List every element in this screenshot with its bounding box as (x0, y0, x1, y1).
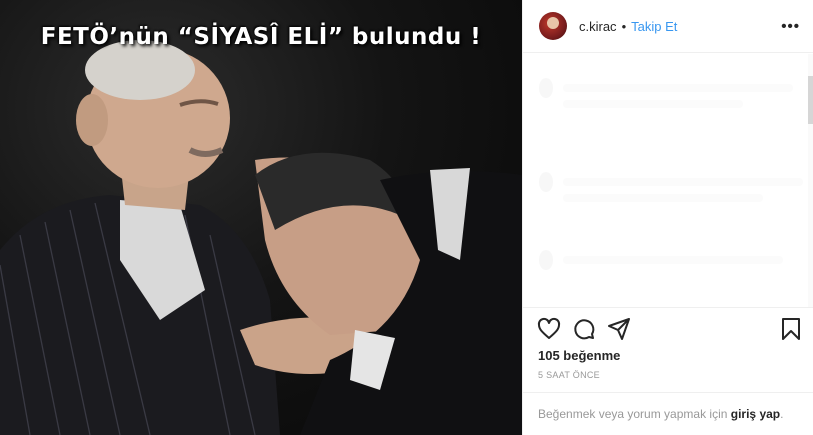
instagram-post: FETÖ’nün “SİYASÎ ELİ” bulundu ! c.kirac … (0, 0, 813, 435)
loading-placeholder (563, 194, 763, 202)
loading-placeholder (539, 250, 553, 270)
username-link[interactable]: c.kirac (579, 19, 617, 34)
more-options-icon[interactable]: ••• (781, 18, 800, 35)
post-timestamp[interactable]: 5 SAAT ÖNCE (538, 370, 600, 380)
post-image[interactable]: FETÖ’nün “SİYASÎ ELİ” bulundu ! (0, 0, 522, 435)
loading-placeholder (539, 78, 553, 98)
like-count[interactable]: 105 beğenme (538, 348, 620, 363)
comment-icon[interactable] (572, 317, 596, 341)
heart-icon[interactable] (537, 317, 561, 341)
image-caption: FETÖ’nün “SİYASÎ ELİ” bulundu ! (40, 24, 482, 50)
scrollbar-thumb[interactable] (808, 76, 813, 124)
login-prompt-suffix: . (780, 407, 784, 421)
post-sidebar: c.kirac • Takip Et ••• 105 beğenme 5 SAA… (522, 0, 813, 435)
bookmark-icon[interactable] (779, 317, 803, 341)
login-prompt: Beğenmek veya yorum yapmak için giriş ya… (523, 392, 813, 435)
login-prompt-text: Beğenmek veya yorum yapmak için (538, 407, 728, 421)
loading-placeholder (563, 256, 783, 264)
post-header: c.kirac • Takip Et ••• (523, 0, 813, 53)
comments-scrollbar[interactable] (808, 54, 813, 307)
avatar[interactable] (539, 12, 567, 40)
loading-placeholder (563, 84, 793, 92)
share-icon[interactable] (607, 317, 631, 341)
login-link[interactable]: giriş yap (731, 407, 780, 421)
action-bar (523, 314, 813, 346)
loading-placeholder (539, 172, 553, 192)
loading-placeholder (563, 178, 803, 186)
loading-placeholder (563, 100, 743, 108)
follow-button[interactable]: Takip Et (631, 19, 677, 34)
separator-dot: • (621, 18, 627, 34)
comments-area[interactable] (523, 54, 813, 308)
photo-illustration (0, 40, 522, 435)
